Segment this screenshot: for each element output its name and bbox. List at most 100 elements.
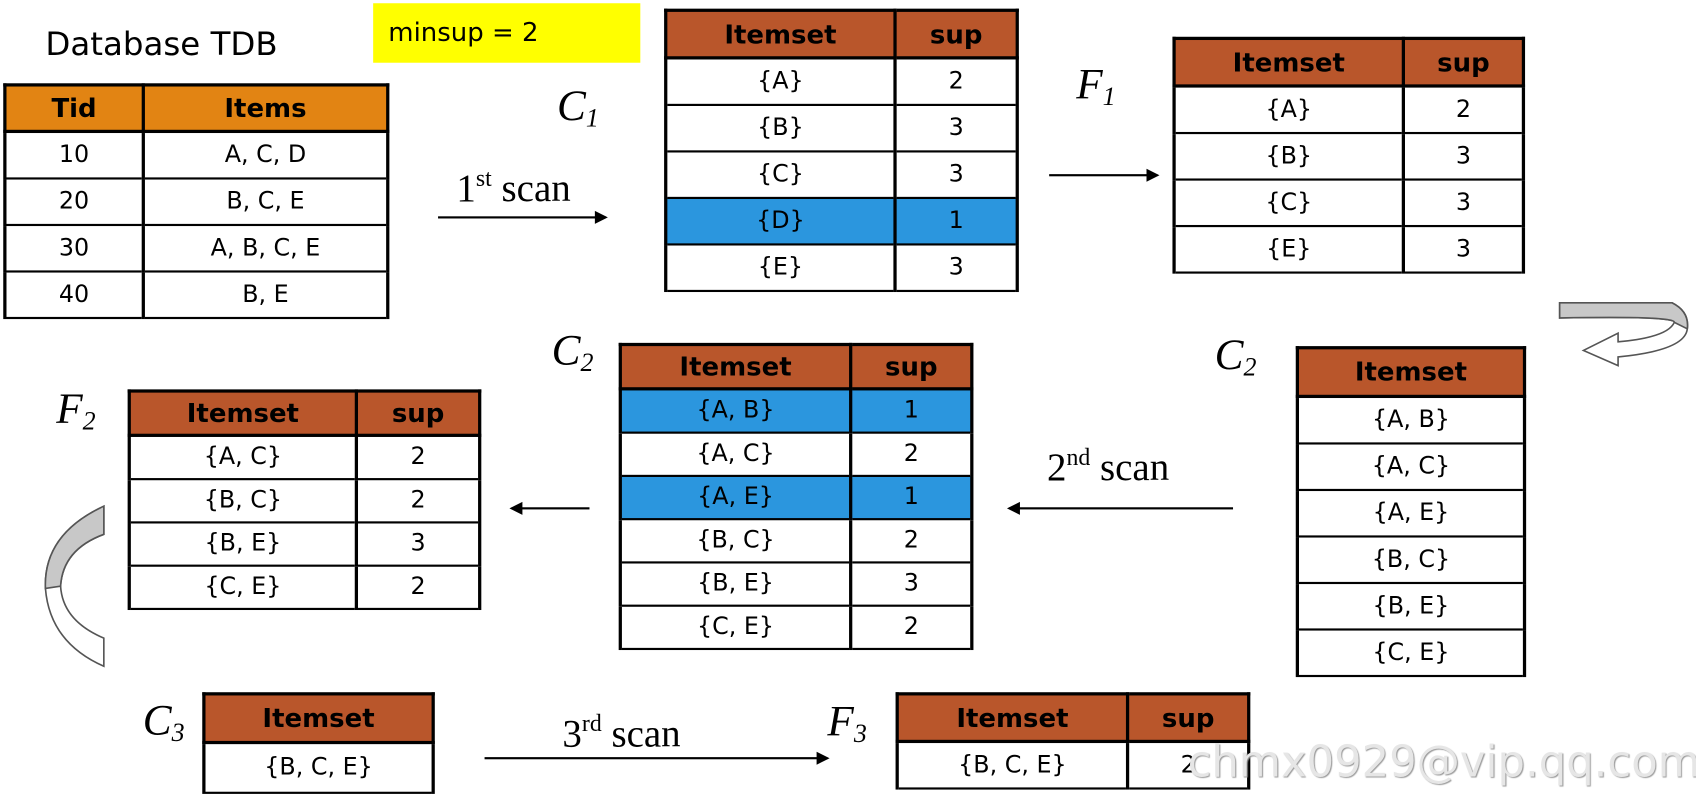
label-c2-mid: C2 — [552, 324, 594, 378]
column-header-itemset: Itemset — [895, 692, 1130, 744]
cell-sup: 2 — [849, 431, 974, 477]
label-f1: F1 — [1076, 58, 1115, 112]
label-letter: F — [56, 383, 83, 433]
cell-sup: 3 — [849, 560, 974, 607]
label-subscript: 2 — [1243, 353, 1257, 382]
column-header-itemset: Itemset — [1172, 36, 1406, 88]
column-header-sup: sup — [354, 389, 482, 437]
curved-arrow-icon — [44, 504, 105, 668]
cell-sup: 1 — [893, 196, 1019, 245]
cell-sup: 2 — [849, 517, 974, 563]
cell-sup: 3 — [1401, 224, 1526, 274]
table-row: {B, E} 3 — [618, 560, 974, 607]
cell-itemset: {B, E} — [618, 560, 853, 607]
tdb-table: Tid Items 10 A, C, D 20 B, C, E 30 A, B, C, E 40… — [3, 83, 390, 319]
cell-sup: 2 — [849, 604, 974, 650]
cell-itemset: {B, C, E} — [895, 740, 1130, 790]
column-header-sup: sup — [1401, 36, 1526, 88]
label-letter: C — [551, 325, 581, 375]
label-subscript: 2 — [580, 349, 594, 378]
cell-itemset: {C, E} — [127, 564, 359, 610]
cell-sup: 3 — [893, 242, 1019, 292]
scan-word: scan — [611, 711, 681, 755]
table-row: 40 B, E — [3, 269, 390, 319]
cell-sup: 3 — [354, 520, 482, 567]
first-scan-label: 1st scan — [456, 164, 570, 211]
second-scan-label: 2nd scan — [1047, 443, 1169, 490]
table-row: {C} 3 — [664, 149, 1019, 199]
scan-number: 3 — [562, 711, 582, 755]
cell-sup: 3 — [893, 103, 1019, 152]
c1-table: Itemset sup {A} 2 {B} 3 {C} 3 {D} 1 {E} 3 — [664, 8, 1019, 292]
table-row: {B, C} 2 — [618, 517, 974, 563]
column-header-sup: sup — [1126, 692, 1251, 744]
label-letter: C — [1214, 329, 1244, 379]
table-row: {B} 3 — [1172, 131, 1526, 181]
column-header-tid: Tid — [3, 83, 145, 134]
header-row: Itemset sup — [127, 389, 482, 437]
f1-table: Itemset sup {A} 2 {B} 3 {C} 3 {E} 3 — [1172, 36, 1526, 274]
watermark: chmx0929@vip.qq.com — [1187, 737, 1696, 788]
label-subscript: 1 — [585, 104, 599, 134]
label-subscript: 3 — [853, 720, 867, 749]
table-row: {C} 3 — [1172, 177, 1526, 227]
label-f3: F3 — [827, 695, 866, 749]
cell-itemset: {C} — [664, 149, 897, 199]
table-row: {A, C} — [1295, 441, 1527, 491]
arrow-left-icon — [509, 501, 590, 515]
curved-arrow-icon — [1558, 302, 1689, 367]
label-c2-right: C2 — [1215, 329, 1257, 383]
cell-sup: 3 — [1401, 131, 1526, 181]
apriori-diagram: Database TDB minsup = 2 Tid Items 10 A, C, … — [0, 0, 1696, 803]
cell-itemset: {C, E} — [618, 604, 853, 650]
scan-ordinal: nd — [1066, 443, 1091, 471]
scan-word: scan — [1099, 445, 1170, 489]
table-row: {A} 2 — [664, 56, 1019, 106]
table-row: {C, E} — [1295, 627, 1527, 677]
table-row: {B, C} — [1295, 534, 1527, 584]
table-row: {A, C} 2 — [618, 431, 974, 477]
label-c1: C1 — [557, 80, 599, 134]
cell-sup: 3 — [1401, 177, 1526, 227]
label-letter: F — [827, 696, 854, 746]
third-scan-label: 3rd scan — [562, 710, 680, 757]
cell-items: B, C, E — [141, 176, 390, 226]
table-row: 10 A, C, D — [3, 130, 390, 180]
arrow-right-icon — [438, 210, 608, 224]
table-row: 30 A, B, C, E — [3, 223, 390, 273]
cell-itemset: {A, E} — [1295, 488, 1527, 538]
label-c3: C3 — [143, 694, 185, 748]
cell-itemset: {B, E} — [127, 520, 359, 567]
label-subscript: 3 — [171, 719, 185, 748]
header-row: Itemset sup — [1172, 36, 1526, 88]
label-letter: C — [142, 695, 172, 745]
cell-itemset: {E} — [1172, 224, 1406, 274]
scan-number: 1 — [456, 166, 476, 210]
table-row: {E} 3 — [1172, 224, 1526, 274]
scan-ordinal: st — [475, 164, 492, 192]
header-row: Itemset sup — [664, 8, 1019, 60]
scan-word: scan — [501, 166, 571, 210]
cell-itemset: {B, E} — [1295, 581, 1527, 631]
c3-table: Itemset {B, C, E} — [202, 692, 435, 794]
cell-itemset: {B} — [1172, 131, 1406, 181]
pruned-row: {A, E} 1 — [618, 474, 974, 520]
scan-number: 2 — [1046, 445, 1067, 489]
minsup-box: minsup = 2 — [373, 3, 641, 63]
cell-sup: 2 — [354, 434, 482, 480]
cell-itemset: {A, B} — [618, 387, 853, 434]
column-header-sup: sup — [849, 342, 974, 391]
header-row: Tid Items — [3, 83, 390, 134]
table-row: {A, B} — [1295, 395, 1527, 444]
cell-itemset: {E} — [664, 242, 897, 292]
cell-itemset: {C, E} — [1295, 627, 1527, 677]
cell-itemset: {B, C} — [618, 517, 853, 563]
table-row: {B, E} — [1295, 581, 1527, 631]
cell-tid: 40 — [3, 269, 145, 319]
pruned-row: {D} 1 — [664, 196, 1019, 245]
f2-table: Itemset sup {A, C} 2 {B, C} 2 {B, E} 3 {C, E} 2 — [127, 389, 482, 610]
table-row: {B, E} 3 — [127, 520, 482, 567]
column-header-itemset: Itemset — [1295, 346, 1527, 399]
header-row: Itemset — [1295, 346, 1527, 399]
c2-candidate-table: Itemset {A, B} {A, C} {A, E} {B, C} {B, E} {C,… — [1295, 346, 1527, 677]
